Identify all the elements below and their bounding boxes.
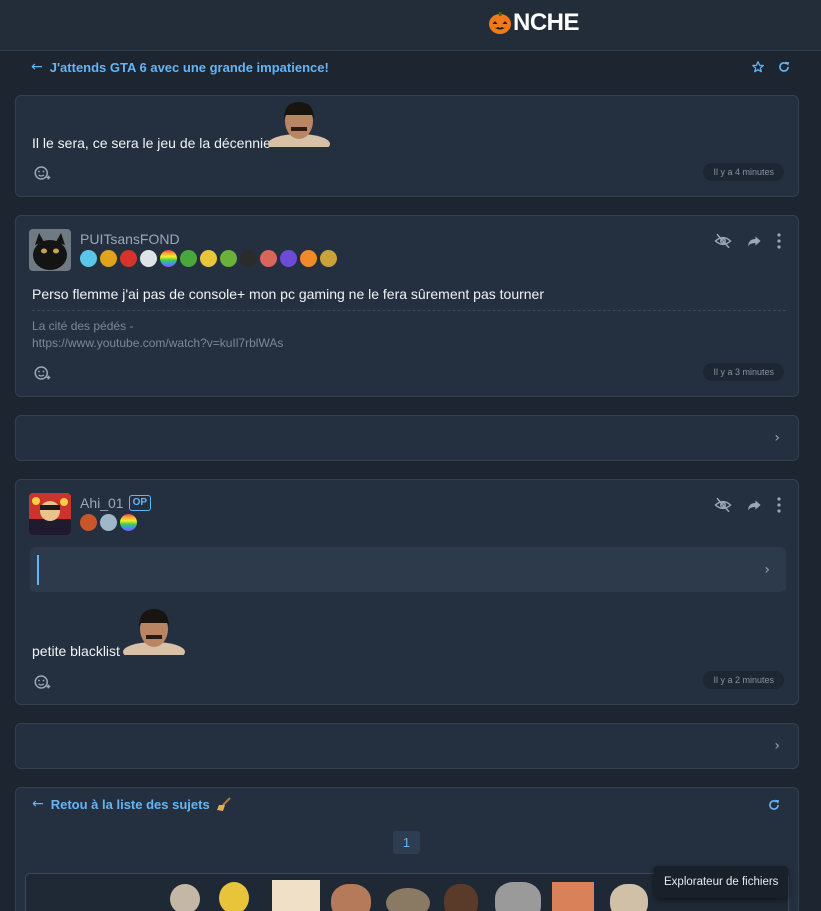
sticker-thumb[interactable] xyxy=(610,884,648,911)
badge-icon xyxy=(200,250,217,267)
back-to-list-label[interactable]: Retou à la liste des sujets xyxy=(51,797,210,812)
sticker-thumb[interactable] xyxy=(272,880,320,911)
badge-icon xyxy=(320,250,337,267)
sticker-thumb[interactable] xyxy=(552,882,594,911)
badge-icon xyxy=(160,250,177,267)
post-text: Il le sera, ce sera le jeu de la décenni… xyxy=(32,135,271,151)
top-header: NCHE xyxy=(0,0,821,51)
post-text: petite blacklist xyxy=(32,643,120,659)
sticker-thumb[interactable] xyxy=(219,882,249,911)
username[interactable]: Ahi_01 OP xyxy=(80,495,152,511)
arrow-left-icon[interactable]: ← xyxy=(32,796,44,812)
post-text: Perso flemme j'ai pas de console+ mon pc… xyxy=(32,286,544,302)
sticker-thumb[interactable] xyxy=(495,882,541,911)
badge-icon xyxy=(80,250,97,267)
badge-icon xyxy=(120,250,137,267)
signature: La cité des pédés - https://www.youtube.… xyxy=(32,318,283,352)
broom-icon xyxy=(216,797,231,811)
signature-divider xyxy=(32,310,786,311)
badge-icon xyxy=(300,250,317,267)
signature-link[interactable]: https://www.youtube.com/watch?v=kuIl7rbl… xyxy=(32,335,283,352)
arrow-left-icon[interactable]: ← xyxy=(31,59,43,75)
chevron-right-icon[interactable]: › xyxy=(774,738,780,754)
emoji-add-icon[interactable] xyxy=(33,673,51,691)
back-to-list[interactable]: ← Retou à la liste des sujets xyxy=(32,796,232,812)
emoji-add-icon[interactable] xyxy=(33,164,51,182)
signature-text: La cité des pédés - xyxy=(32,319,134,333)
eye-off-icon[interactable] xyxy=(714,496,732,514)
badge-icon xyxy=(240,250,257,267)
quote-bar xyxy=(37,555,39,585)
refresh-icon[interactable] xyxy=(767,798,781,812)
topic-bar: ← J'attends GTA 6 avec une grande impati… xyxy=(31,57,791,77)
post-actions xyxy=(714,496,782,514)
sticker-thumb[interactable] xyxy=(386,888,430,911)
sticker-thumb[interactable] xyxy=(170,884,200,911)
star-icon[interactable] xyxy=(751,60,765,74)
post-actions xyxy=(714,232,782,250)
logo-text: NCHE xyxy=(513,9,580,36)
timestamp-badge: Il y a 2 minutes xyxy=(703,671,784,689)
post-card: Il le sera, ce sera le jeu de la décenni… xyxy=(15,95,799,197)
badge-list xyxy=(80,250,337,267)
share-icon[interactable] xyxy=(746,233,762,249)
chevron-right-icon[interactable]: › xyxy=(764,562,770,578)
badge-icon xyxy=(280,250,297,267)
tooltip: Explorateur de fichiers xyxy=(654,866,789,898)
sticker-thumb[interactable] xyxy=(331,884,371,911)
collapsed-post[interactable]: › xyxy=(15,415,799,461)
sticker-image xyxy=(123,609,185,655)
badge-icon xyxy=(140,250,157,267)
post-card: Ahi_01 OP › petite blacklist Il y a 2 mi… xyxy=(15,479,799,705)
badge-icon xyxy=(80,514,97,531)
username[interactable]: PUITsansFOND xyxy=(80,231,180,247)
sticker-thumb[interactable] xyxy=(444,884,478,911)
badge-icon xyxy=(100,250,117,267)
avatar[interactable] xyxy=(29,229,71,271)
username-text[interactable]: Ahi_01 xyxy=(80,495,124,511)
sticker-image xyxy=(268,102,330,147)
share-icon[interactable] xyxy=(746,497,762,513)
badge-icon xyxy=(120,514,137,531)
post-card: PUITsansFOND Perso flemme j'ai pas de co… xyxy=(15,215,799,397)
badge-icon xyxy=(180,250,197,267)
badge-list xyxy=(80,514,137,531)
post-text-content: petite blacklist xyxy=(32,643,120,659)
chevron-right-icon[interactable]: › xyxy=(774,430,780,446)
page-button[interactable]: 1 xyxy=(393,831,420,854)
badge-icon xyxy=(100,514,117,531)
avatar[interactable] xyxy=(29,493,71,535)
more-vert-icon[interactable] xyxy=(776,497,782,513)
timestamp-badge: Il y a 3 minutes xyxy=(703,363,784,381)
emoji-add-icon[interactable] xyxy=(33,364,51,382)
post-text-content: Il le sera, ce sera le jeu de la décenni… xyxy=(32,135,271,151)
quote-block[interactable]: › xyxy=(30,547,786,592)
refresh-icon[interactable] xyxy=(777,60,791,74)
pumpkin-icon xyxy=(489,12,511,34)
logo[interactable]: NCHE xyxy=(488,9,580,36)
badge-icon xyxy=(260,250,277,267)
badge-icon xyxy=(220,250,237,267)
timestamp-badge: Il y a 4 minutes xyxy=(703,163,784,181)
collapsed-post[interactable]: › xyxy=(15,723,799,769)
op-badge: OP xyxy=(128,495,152,511)
topic-title[interactable]: J'attends GTA 6 avec une grande impatien… xyxy=(50,60,329,75)
more-vert-icon[interactable] xyxy=(776,233,782,249)
eye-off-icon[interactable] xyxy=(714,232,732,250)
username-text[interactable]: PUITsansFOND xyxy=(80,231,180,247)
